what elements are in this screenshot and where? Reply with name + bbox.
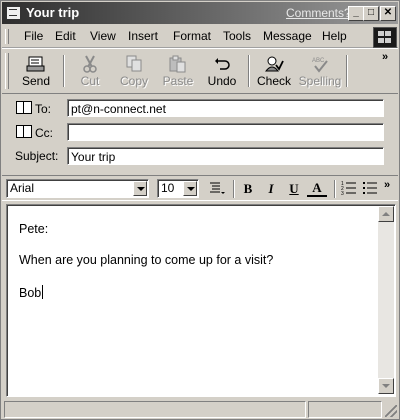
toolbar-grip[interactable]: [5, 53, 9, 89]
minimize-button[interactable]: _: [348, 6, 364, 21]
close-button[interactable]: ✕: [380, 6, 396, 21]
to-field[interactable]: pt@n-connect.net: [67, 99, 384, 117]
paste-label: Paste: [162, 74, 194, 88]
toolbar-separator: [248, 55, 250, 87]
toolbar-separator: [63, 55, 65, 87]
send-button[interactable]: Send: [14, 52, 58, 90]
vertical-scrollbar[interactable]: [378, 206, 394, 394]
paragraph-style-button[interactable]: [207, 180, 227, 198]
subject-label: Subject:: [15, 149, 59, 163]
compose-window: Your trip Comments? _ □ ✕ File Edit View…: [0, 0, 400, 420]
undo-icon: [215, 58, 230, 70]
font-size-value: 10: [161, 181, 175, 195]
check-label: Check: [256, 74, 291, 88]
to-label[interactable]: To:: [16, 101, 51, 116]
menu-edit[interactable]: Edit: [55, 29, 76, 43]
numbered-list-button[interactable]: 1 2 3: [339, 180, 359, 198]
italic-button[interactable]: I: [261, 180, 281, 198]
toolbar-separator: [346, 55, 348, 87]
title-bar[interactable]: Your trip Comments? _ □ ✕: [2, 2, 398, 24]
paragraph-style-icon: [210, 182, 225, 194]
window-title: Your trip: [26, 5, 80, 20]
menu-message[interactable]: Message: [263, 29, 312, 43]
menu-format[interactable]: Format: [173, 29, 211, 43]
greeting-line: Pete:: [19, 222, 49, 236]
standard-toolbar: Send Cut Copy Paste Undo Check ABC Spell…: [2, 48, 398, 94]
paste-button[interactable]: Paste: [156, 52, 200, 90]
status-bar: [2, 400, 398, 418]
chevron-down-icon[interactable]: [183, 181, 197, 196]
cut-button[interactable]: Cut: [68, 52, 112, 90]
cc-label[interactable]: Cc:: [16, 125, 53, 140]
font-size-select[interactable]: 10: [157, 179, 199, 198]
message-body[interactable]: Pete: When are you planning to come up f…: [6, 204, 396, 397]
menu-insert[interactable]: Insert: [128, 29, 158, 43]
bold-button[interactable]: B: [238, 180, 258, 198]
menu-view[interactable]: View: [90, 29, 116, 43]
underline-button[interactable]: U: [284, 180, 304, 198]
copy-button[interactable]: Copy: [112, 52, 156, 90]
font-name-value: Arial: [10, 181, 35, 195]
cut-label: Cut: [80, 74, 100, 88]
copy-label: Copy: [119, 74, 148, 88]
subject-field[interactable]: Your trip: [67, 147, 384, 165]
font-color-button[interactable]: A: [307, 180, 327, 197]
address-book-icon: [16, 125, 32, 138]
svg-text:ABC: ABC: [312, 58, 325, 64]
send-icon: [26, 56, 45, 72]
menu-help[interactable]: Help: [322, 29, 347, 43]
check-names-icon: [264, 56, 284, 72]
bullet-list-button[interactable]: [360, 180, 380, 198]
undo-label: Undo: [207, 74, 237, 88]
text-caret: [42, 285, 44, 299]
spelling-label: Spelling: [298, 74, 342, 88]
signature-text: Bob: [19, 286, 42, 300]
copy-icon: [126, 55, 142, 72]
bullet-list-icon: [363, 182, 377, 194]
menu-bar: File Edit View Insert Format Tools Messa…: [2, 26, 398, 48]
scroll-down-button[interactable]: [378, 378, 394, 394]
check-names-button[interactable]: Check: [252, 52, 296, 90]
scissors-icon: [83, 55, 97, 73]
windows-logo-icon: [373, 27, 397, 48]
spelling-button[interactable]: ABC Spelling: [296, 52, 344, 90]
menu-file[interactable]: File: [24, 29, 43, 43]
cc-field[interactable]: [67, 123, 384, 141]
cc-label-text: Cc:: [35, 126, 53, 140]
maximize-button[interactable]: □: [363, 6, 379, 21]
send-label: Send: [21, 74, 51, 88]
spelling-icon: ABC: [312, 58, 328, 73]
address-book-icon: [16, 101, 32, 114]
numbered-list-icon: 1 2 3: [341, 181, 356, 197]
scroll-up-button[interactable]: [378, 206, 394, 222]
status-panel-secondary: [308, 401, 382, 418]
font-name-select[interactable]: Arial: [6, 179, 149, 198]
resize-grip[interactable]: [385, 405, 397, 417]
chevron-down-icon[interactable]: [133, 181, 147, 196]
format-separator: [334, 180, 336, 198]
signature-line: Bob: [19, 285, 44, 300]
menu-tools[interactable]: Tools: [223, 29, 251, 43]
body-line: When are you planning to come up for a v…: [19, 253, 274, 267]
toolbar-overflow-chevron[interactable]: »: [382, 51, 388, 63]
menu-grip[interactable]: [5, 29, 9, 44]
format-overflow-chevron[interactable]: »: [384, 179, 390, 191]
svg-text:3: 3: [341, 191, 344, 196]
to-label-text: To:: [35, 102, 52, 116]
formatting-toolbar: Arial 10 B I U A 1 2 3 »: [2, 175, 398, 201]
status-panel-main: [4, 401, 306, 418]
undo-button[interactable]: Undo: [200, 52, 244, 90]
message-icon: [6, 6, 21, 20]
format-separator: [233, 180, 235, 198]
paste-icon: [169, 55, 186, 73]
comments-link[interactable]: Comments?: [286, 6, 351, 20]
